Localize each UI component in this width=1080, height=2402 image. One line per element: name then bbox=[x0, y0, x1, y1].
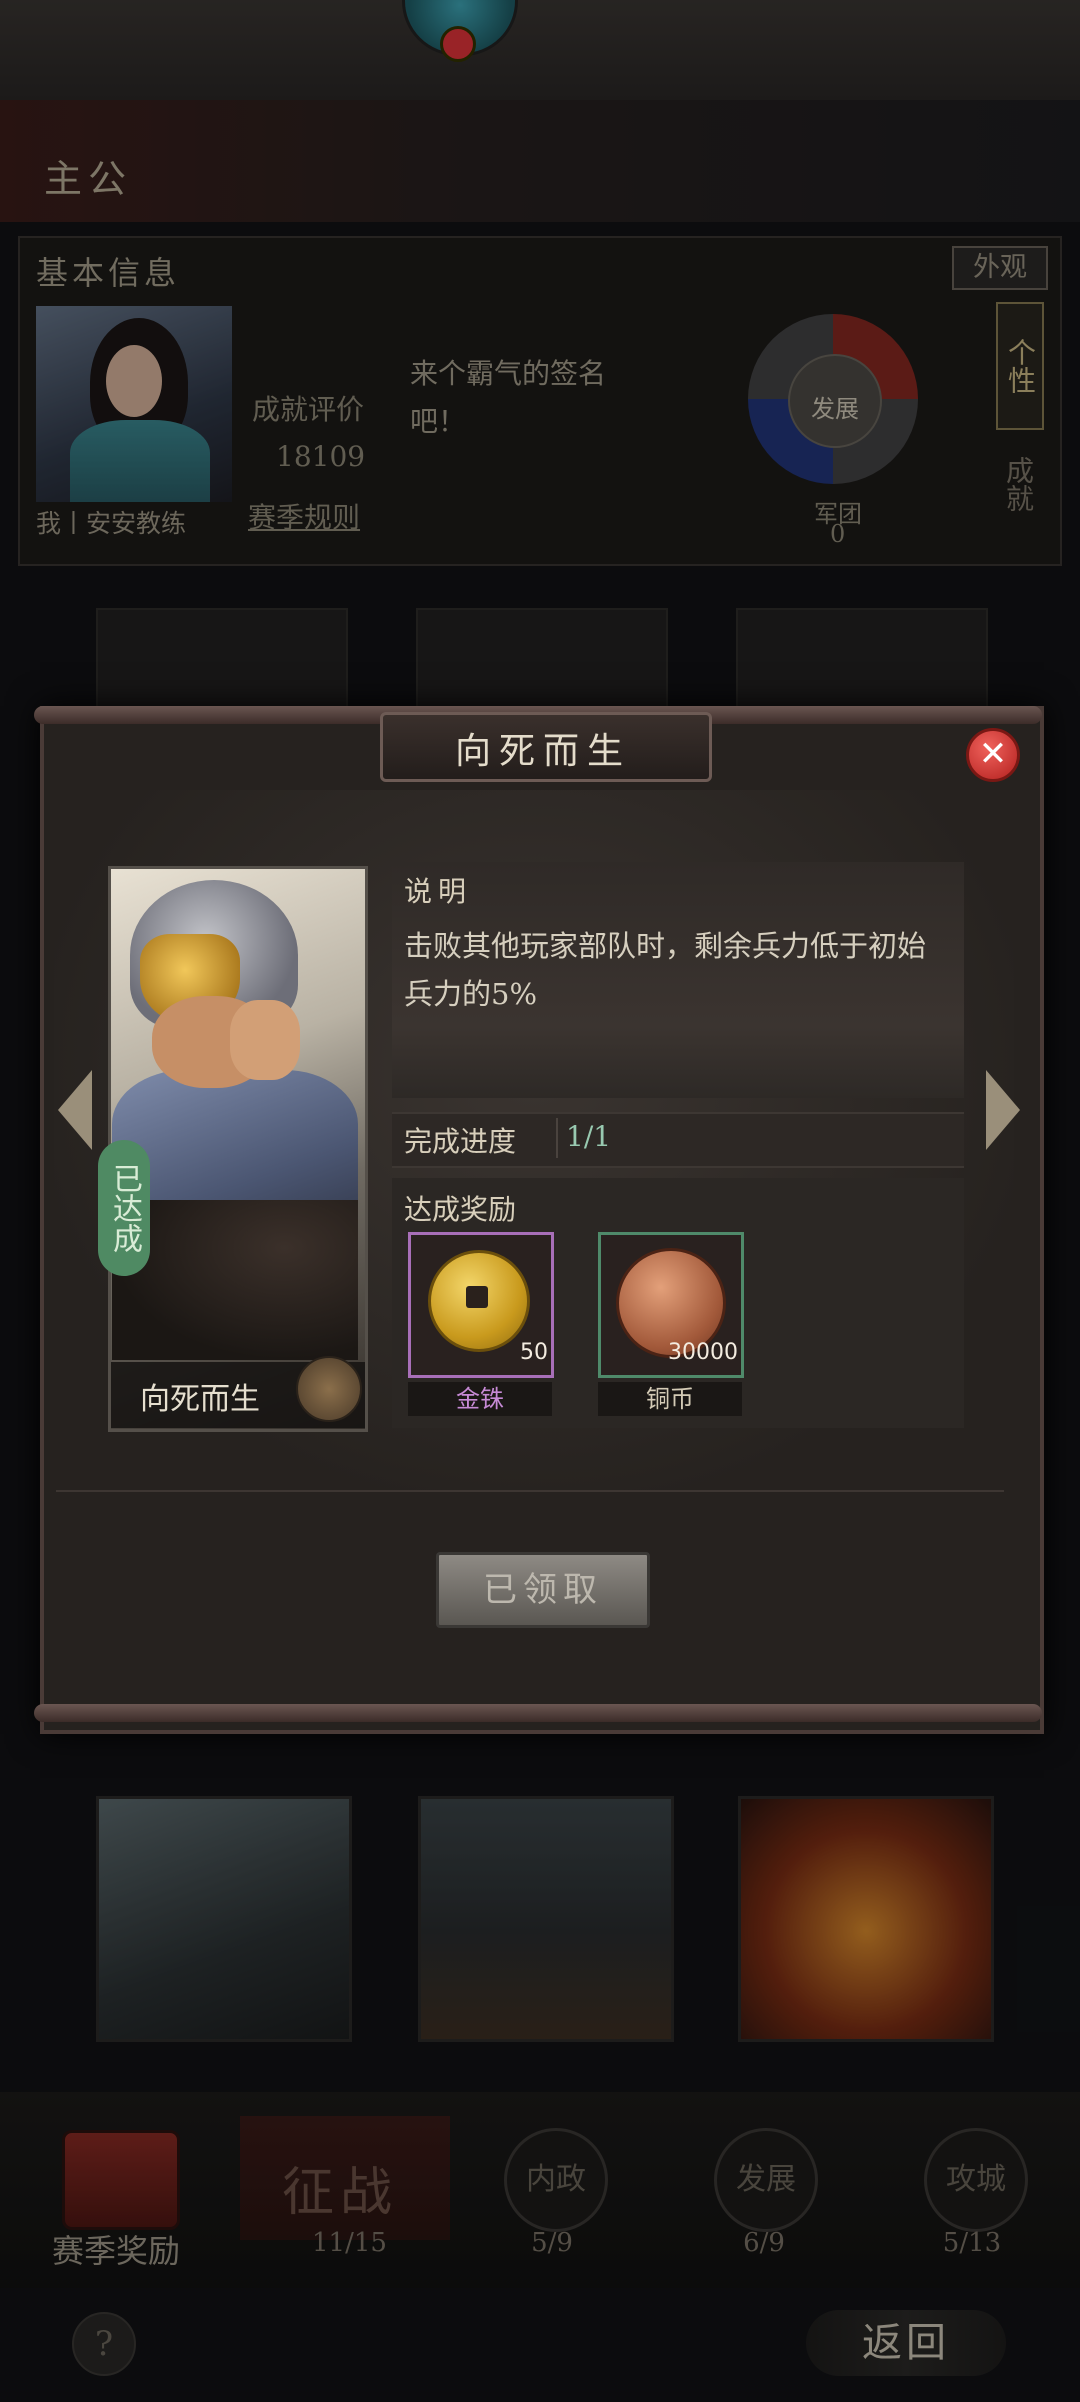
status-badge: 已达成 bbox=[98, 1140, 150, 1276]
dialog-title: 向死而生 bbox=[454, 731, 631, 772]
card-name: 向死而生 bbox=[140, 1382, 260, 1417]
reward-name: 铜币 bbox=[598, 1382, 742, 1416]
general-hand bbox=[230, 1000, 300, 1080]
close-icon[interactable]: ✕ bbox=[966, 728, 1020, 782]
dialog-divider bbox=[56, 1490, 1004, 1492]
previous-arrow-icon[interactable] bbox=[58, 1070, 92, 1150]
treasure-chest-icon bbox=[296, 1356, 362, 1422]
progress-value: 1/1 bbox=[566, 1120, 612, 1153]
reward-name: 金铢 bbox=[408, 1382, 552, 1416]
description-label: 说明 bbox=[404, 875, 473, 908]
reward-quantity: 50 bbox=[520, 1340, 548, 1365]
gold-coin-hole bbox=[466, 1286, 488, 1308]
next-arrow-icon[interactable] bbox=[986, 1070, 1020, 1150]
claimed-button[interactable]: 已领取 bbox=[436, 1552, 650, 1628]
progress-label: 完成进度 bbox=[404, 1125, 517, 1158]
dialog-bottom-frame bbox=[34, 1704, 1042, 1722]
reward-quantity: 30000 bbox=[668, 1340, 738, 1365]
progress-divider bbox=[556, 1118, 558, 1158]
description-text: 击败其他玩家部队时，剩余兵力低于初始兵力的5% bbox=[404, 929, 927, 1011]
rewards-label: 达成奖励 bbox=[404, 1193, 517, 1226]
